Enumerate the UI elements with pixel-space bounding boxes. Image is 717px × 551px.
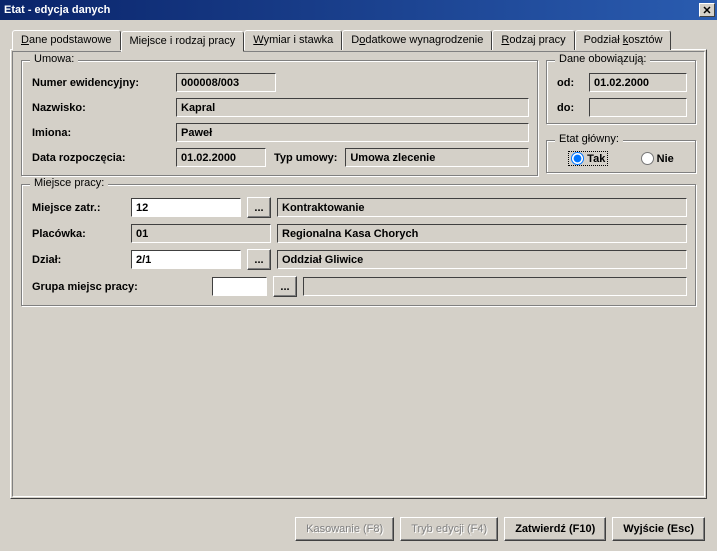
titlebar: Etat - edycja danych ✕ — [0, 0, 717, 20]
zatr-name: Kontraktowanie — [277, 198, 687, 217]
data-value: 01.02.2000 — [176, 148, 266, 167]
tryb-edycji-button[interactable]: Tryb edycji (F4) — [400, 517, 498, 541]
dane-obow-legend: Dane obowiązują: — [555, 53, 650, 65]
do-label: do: — [555, 101, 583, 115]
radio-nie-input[interactable] — [641, 152, 654, 165]
etat-glowny-legend: Etat główny: — [555, 133, 623, 145]
tab-miejsce-rodzaj[interactable]: Miejsce i rodzaj pracy — [121, 31, 245, 52]
group-umowa: Umowa: Numer ewidencyjny: 000008/003 Naz… — [21, 60, 538, 176]
button-bar: Kasowanie (F8) Tryb edycji (F4) Zatwierd… — [295, 517, 705, 541]
tab-wymiar-stawka[interactable]: Wymiar i stawka — [244, 30, 342, 50]
group-umowa-legend: Umowa: — [30, 53, 78, 65]
imiona-value: Paweł — [176, 123, 529, 142]
dzial-label: Dział: — [30, 253, 125, 267]
do-value — [589, 98, 687, 117]
radio-tak-input[interactable] — [571, 152, 584, 165]
grupa-lookup-button[interactable]: ... — [273, 276, 297, 297]
grupa-name — [303, 277, 687, 296]
numer-label: Numer ewidencyjny: — [30, 76, 170, 90]
tab-panel: Umowa: Numer ewidencyjny: 000008/003 Naz… — [10, 49, 707, 499]
close-button[interactable]: ✕ — [699, 3, 715, 17]
group-miejsce-pracy: Miejsce pracy: Miejsce zatr.: 12 ... Kon… — [21, 184, 696, 306]
nazwisko-label: Nazwisko: — [30, 101, 170, 115]
dzial-code[interactable]: 2/1 — [131, 250, 241, 269]
typ-value: Umowa zlecenie — [345, 148, 529, 167]
tab-dodatkowe-wynagrodzenie[interactable]: Dodatkowe wynagrodzenie — [342, 30, 492, 50]
nazwisko-value: Kapral — [176, 98, 529, 117]
kasowanie-button[interactable]: Kasowanie (F8) — [295, 517, 394, 541]
zatr-label: Miejsce zatr.: — [30, 201, 125, 215]
radio-tak[interactable]: Tak — [568, 151, 608, 166]
numer-value: 000008/003 — [176, 73, 276, 92]
window-body: Dane podstawowe Miejsce i rodzaj pracy W… — [0, 20, 717, 551]
miejsce-legend: Miejsce pracy: — [30, 177, 108, 189]
window-title: Etat - edycja danych — [4, 4, 110, 16]
tab-dane-podstawowe[interactable]: Dane podstawowe — [12, 30, 121, 50]
dzial-lookup-button[interactable]: ... — [247, 249, 271, 270]
tab-strip: Dane podstawowe Miejsce i rodzaj pracy W… — [10, 30, 707, 50]
zatr-code[interactable]: 12 — [131, 198, 241, 217]
imiona-label: Imiona: — [30, 126, 170, 140]
tab-podzial-kosztow[interactable]: Podział kosztów — [575, 30, 672, 50]
zatwierdz-button[interactable]: Zatwierdź (F10) — [504, 517, 606, 541]
plac-name: Regionalna Kasa Chorych — [277, 224, 687, 243]
typ-label: Typ umowy: — [272, 151, 339, 165]
od-value: 01.02.2000 — [589, 73, 687, 92]
close-icon: ✕ — [702, 4, 711, 17]
zatr-lookup-button[interactable]: ... — [247, 197, 271, 218]
grupa-code[interactable] — [212, 277, 267, 296]
od-label: od: — [555, 76, 583, 90]
wyjscie-button[interactable]: Wyjście (Esc) — [612, 517, 705, 541]
dzial-name: Oddział Gliwice — [277, 250, 687, 269]
plac-label: Placówka: — [30, 227, 125, 241]
plac-code: 01 — [131, 224, 271, 243]
grupa-label: Grupa miejsc pracy: — [30, 280, 170, 294]
tab-rodzaj-pracy[interactable]: Rodzaj pracy — [492, 30, 574, 50]
group-dane-obowiazuja: Dane obowiązują: od: 01.02.2000 do: — [546, 60, 696, 124]
radio-nie[interactable]: Nie — [641, 152, 674, 165]
group-etat-glowny: Etat główny: Tak Nie — [546, 140, 696, 173]
data-label: Data rozpoczęcia: — [30, 151, 170, 165]
